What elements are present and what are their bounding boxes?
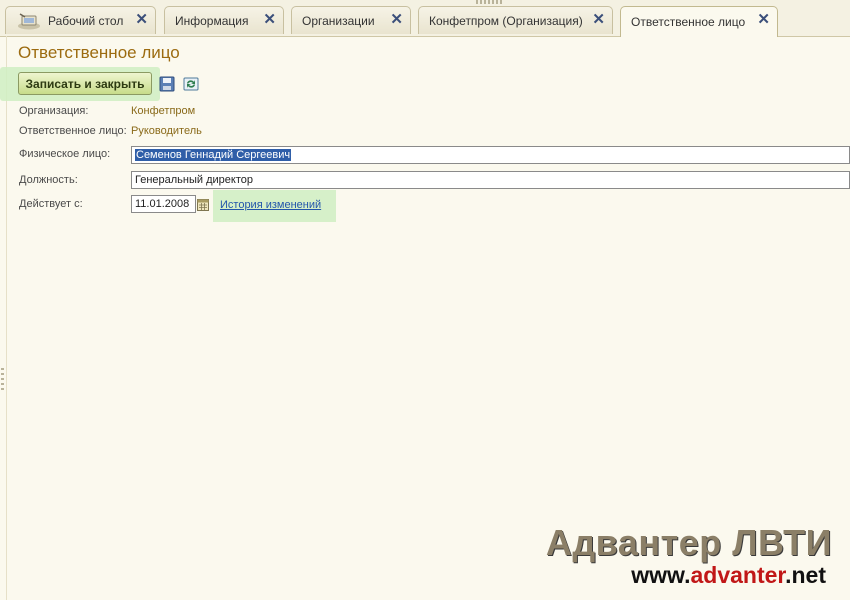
tab-responsible-person[interactable]: Ответственное лицо ✕ [620,6,778,37]
panel-resize-handle[interactable] [1,368,4,390]
person-field[interactable]: Семенов Геннадий Сергеевич [131,146,850,164]
save-and-close-button[interactable]: Записать и закрыть [18,72,152,95]
tab-bar: Рабочий стол ✕ Информация ✕ Организации … [0,0,850,37]
position-value: Генеральный директор [135,174,253,186]
history-link[interactable]: История изменений [220,199,321,211]
responsible-value: Руководитель [131,125,202,137]
valid-from-date-field[interactable]: 11.01.2008 [131,195,196,213]
watermark-url-prefix: www. [631,562,691,588]
watermark-url: www.advanter.net [631,562,826,589]
tab-desktop[interactable]: Рабочий стол ✕ [5,6,156,34]
valid-from-label: Действует с: [19,198,83,210]
calendar-icon [196,198,209,211]
close-icon[interactable]: ✕ [592,12,605,28]
responsible-label: Ответственное лицо: [19,125,127,137]
close-icon[interactable]: ✕ [390,12,403,28]
left-panel-edge [0,36,7,600]
position-field[interactable]: Генеральный директор [131,171,850,189]
organization-label: Организация: [19,105,89,117]
calendar-button[interactable] [195,195,210,213]
tab-organization-card[interactable]: Конфетпром (Организация) ✕ [418,6,613,34]
tab-bar-grip[interactable] [476,0,502,4]
close-icon[interactable]: ✕ [135,12,148,28]
watermark-title: Адвантер ЛВТИ [545,522,832,563]
close-icon[interactable]: ✕ [757,12,770,28]
refresh-icon[interactable] [183,76,199,92]
position-label: Должность: [19,174,78,186]
organization-value: Конфетпром [131,105,196,117]
tab-organizations[interactable]: Организации ✕ [291,6,411,34]
tab-label: Организации [302,13,375,28]
form-title: Ответственное лицо [18,43,180,62]
tab-label: Рабочий стол [48,13,124,28]
watermark-url-suffix: .net [785,562,826,588]
valid-from-value: 11.01.2008 [135,198,190,210]
close-icon[interactable]: ✕ [263,12,276,28]
desktop-icon [18,12,40,29]
tab-label: Информация [175,13,249,28]
watermark-url-brand: advanter [690,562,786,588]
tab-label: Конфетпром (Организация) [429,13,583,28]
tab-label: Ответственное лицо [631,15,746,29]
save-icon[interactable] [159,76,175,92]
person-value: Семенов Геннадий Сергеевич [135,149,292,161]
person-label: Физическое лицо: [19,148,111,160]
tab-information[interactable]: Информация ✕ [164,6,284,34]
